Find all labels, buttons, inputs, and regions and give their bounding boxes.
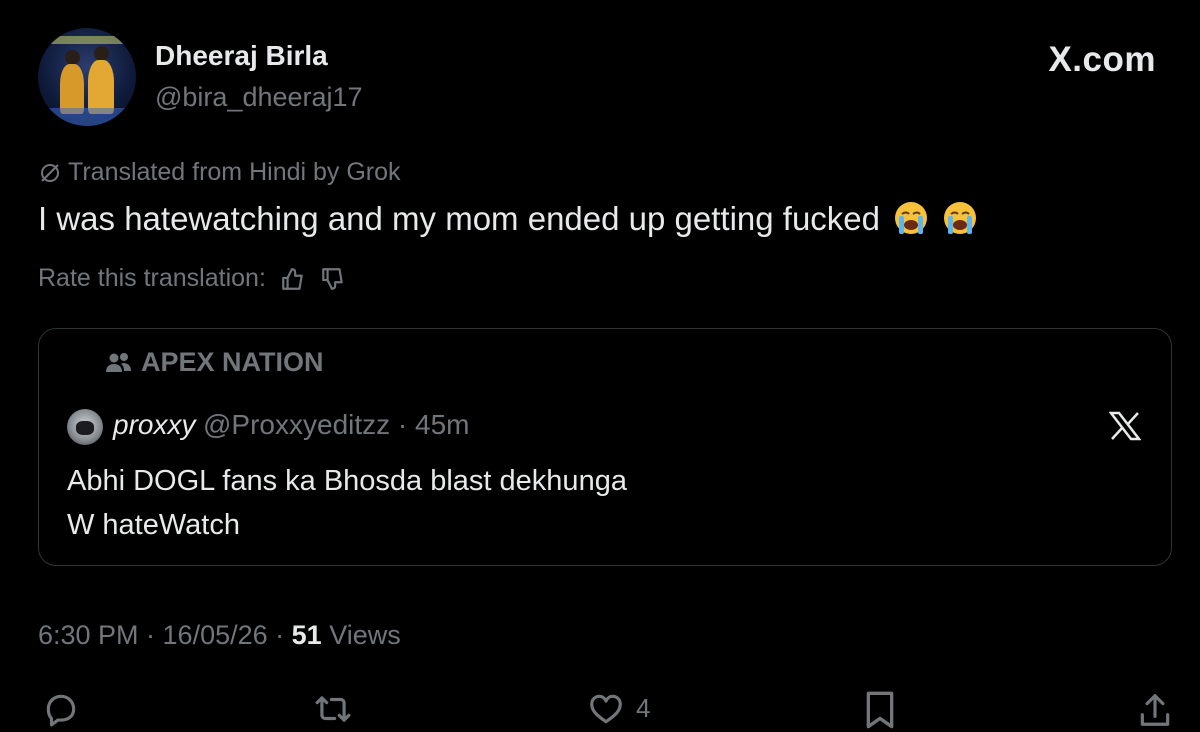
grok-icon	[41, 163, 59, 182]
thumbs-up-icon[interactable]	[280, 266, 306, 292]
post-meta: 6:30 PM · 16/05/26 · 51 Views	[38, 620, 401, 651]
avatar-figure-head	[65, 50, 80, 65]
action-bar: 4	[0, 690, 1200, 732]
rate-translation: Rate this translation:	[38, 264, 346, 293]
brand-logo: X.com	[1048, 40, 1156, 79]
community-icon	[106, 352, 131, 372]
author-display-name[interactable]: Dheeraj Birla	[155, 40, 328, 72]
loudly-crying-face-icon	[895, 202, 928, 234]
loudly-crying-face-icon	[944, 202, 977, 234]
avatar-figure	[60, 64, 84, 114]
quote-avatar-figure	[76, 421, 94, 435]
community-name: APEX NATION	[141, 347, 324, 377]
thumbs-down-icon[interactable]	[320, 266, 346, 292]
avatar-floor	[38, 108, 136, 126]
bookmark-icon	[866, 691, 894, 729]
community-label[interactable]: APEX NATION	[105, 347, 324, 378]
quote-author-meta: @Proxxyeditzz · 45m	[203, 409, 470, 440]
avatar-figure-head	[94, 46, 109, 61]
quote-text-line: Abhi DOGL fans ka Bhosda blast dekhunga	[67, 465, 627, 497]
share-button[interactable]	[1136, 690, 1174, 730]
post-timestamp[interactable]: 6:30 PM · 16/05/26 ·	[38, 620, 292, 650]
rate-translation-label: Rate this translation:	[38, 264, 266, 292]
heart-icon	[590, 694, 622, 724]
repost-icon	[315, 696, 351, 722]
share-icon	[1140, 694, 1170, 726]
like-button[interactable]: 4	[586, 690, 650, 728]
views-label: Views	[321, 620, 401, 650]
author-avatar[interactable]	[38, 28, 136, 126]
quote-author-name[interactable]: proxxy	[113, 409, 195, 441]
quote-text-line: W hateWatch	[67, 509, 240, 541]
like-count: 4	[636, 693, 651, 723]
views-count: 51	[291, 620, 322, 650]
post-text: I was hatewatching and my mom ended up g…	[38, 200, 978, 238]
reply-icon	[46, 694, 76, 727]
post-body: I was hatewatching and my mom ended up g…	[38, 200, 880, 237]
x-logo-icon	[1108, 411, 1142, 446]
translation-notice-text: Translated from Hindi by Grok	[68, 158, 401, 186]
reply-button[interactable]	[42, 690, 80, 728]
quote-author-avatar[interactable]	[67, 409, 103, 445]
author-handle[interactable]: @bira_dheeraj17	[155, 82, 363, 113]
avatar-light	[38, 36, 136, 44]
translation-notice: Translated from Hindi by Grok	[38, 158, 401, 187]
quoted-post[interactable]: APEX NATION proxxy @Proxxyeditzz · 45m A…	[38, 328, 1172, 566]
avatar-figure	[88, 60, 114, 114]
repost-button[interactable]	[312, 690, 354, 728]
bookmark-button[interactable]	[862, 690, 898, 730]
